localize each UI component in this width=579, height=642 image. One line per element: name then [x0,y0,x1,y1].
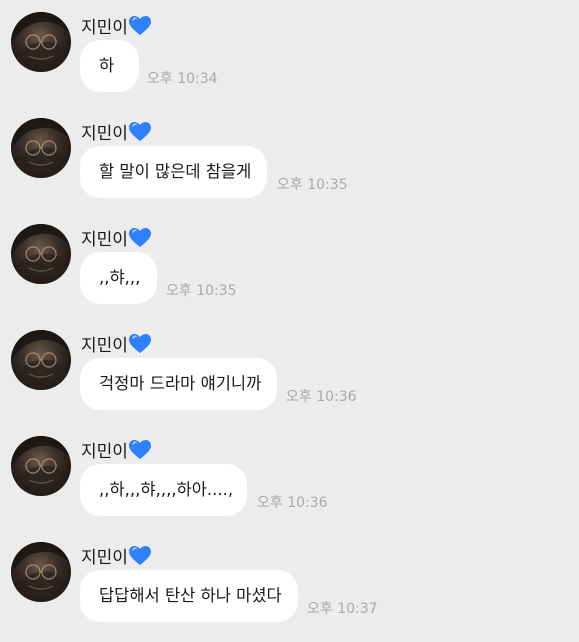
blue-heart-icon [128,440,151,459]
message-text: 걱정마 드라마 얘기니까 [99,374,262,393]
avatar-photo-icon [11,330,71,390]
avatar-photo-icon [11,118,71,178]
message-timestamp: 오후 10:36 [286,389,357,405]
sender-name: 지민이 [81,440,151,463]
chat-area: 지민이 하 오후 10:34 지민이 할 말이 많은데 참을게 오후 10:35 [0,0,579,640]
message-bubble[interactable]: ,,햐,,, [80,252,157,304]
avatar[interactable] [11,330,71,390]
sender-name: 지민이 [81,228,151,251]
message-timestamp: 오후 10:35 [166,283,237,299]
blue-heart-icon [128,334,151,353]
message-row: 지민이 ,,햐,,, 오후 10:35 [0,224,579,324]
message-timestamp: 오후 10:37 [307,601,378,617]
avatar[interactable] [11,118,71,178]
sender-name-text: 지민이 [81,124,128,144]
sender-name-text: 지민이 [81,548,128,568]
message-row: 지민이 걱정마 드라마 얘기니까 오후 10:36 [0,330,579,430]
sender-name-text: 지민이 [81,230,128,250]
message-text: 답답해서 탄산 하나 마셨다 [99,586,282,605]
blue-heart-icon [128,228,151,247]
message-row: 지민이 하 오후 10:34 [0,12,579,112]
sender-name: 지민이 [81,122,151,145]
message-row: 지민이 할 말이 많은데 참을게 오후 10:35 [0,118,579,218]
avatar-photo-icon [11,542,71,602]
message-text: ,,햐,,, [99,268,141,287]
sender-name: 지민이 [81,16,151,39]
sender-name: 지민이 [81,546,151,569]
message-text: 하 [99,56,115,75]
sender-name: 지민이 [81,334,151,357]
message-timestamp: 오후 10:36 [257,495,328,511]
message-timestamp: 오후 10:34 [147,71,218,87]
blue-heart-icon [128,546,151,565]
blue-heart-icon [128,16,151,35]
blue-heart-icon [128,122,151,141]
sender-name-text: 지민이 [81,336,128,356]
avatar[interactable] [11,436,71,496]
avatar[interactable] [11,542,71,602]
avatar-photo-icon [11,12,71,72]
avatar-photo-icon [11,436,71,496]
message-row: 지민이 ,,하,,,햐,,,,하아...., 오후 10:36 [0,436,579,536]
avatar-photo-icon [11,224,71,284]
message-text: ,,하,,,햐,,,,하아...., [99,480,234,499]
message-bubble[interactable]: 걱정마 드라마 얘기니까 [80,358,277,410]
message-bubble[interactable]: 할 말이 많은데 참을게 [80,146,267,198]
message-bubble[interactable]: 하 [80,40,139,92]
sender-name-text: 지민이 [81,442,128,462]
avatar[interactable] [11,12,71,72]
sender-name-text: 지민이 [81,18,128,38]
avatar[interactable] [11,224,71,284]
message-text: 할 말이 많은데 참을게 [99,162,252,181]
message-bubble[interactable]: 답답해서 탄산 하나 마셨다 [80,570,298,622]
message-bubble[interactable]: ,,하,,,햐,,,,하아...., [80,464,247,516]
message-timestamp: 오후 10:35 [277,177,348,193]
message-row: 지민이 답답해서 탄산 하나 마셨다 오후 10:37 [0,542,579,642]
